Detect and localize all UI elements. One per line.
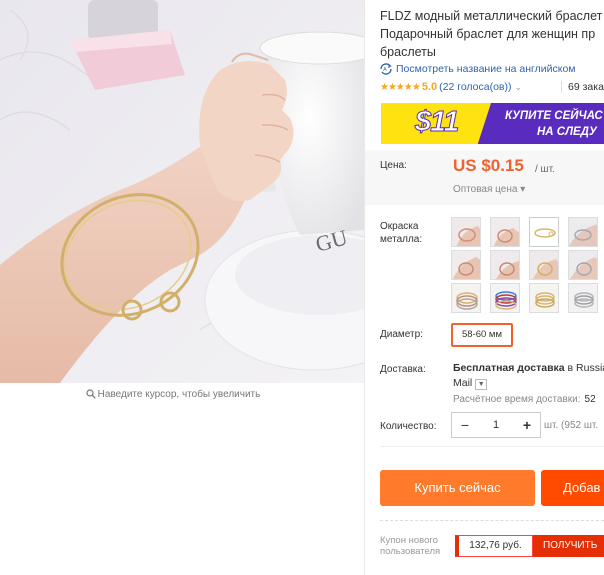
chevron-down-icon: ⌄ xyxy=(514,82,523,92)
product-title: FLDZ модный металлический браслет Подаро… xyxy=(380,7,604,61)
price-value: US $0.15 xyxy=(453,156,524,175)
delivery-time-label: Расчётное время доставки: xyxy=(453,394,581,405)
wholesale-price-dropdown[interactable]: Оптовая цена ▾ xyxy=(453,184,525,195)
coupon-label: Купон нового пользователя xyxy=(380,535,441,557)
color-swatch-selected[interactable] xyxy=(529,217,559,247)
price-unit: / шт. xyxy=(535,164,555,175)
product-info-panel: FLDZ модный металлический браслет Подаро… xyxy=(365,0,604,575)
quantity-decrease-button[interactable]: − xyxy=(452,413,478,437)
orders-count: 69 заказ xyxy=(561,81,604,93)
promo-line-1: КУПИТЕ СЕЙЧАС xyxy=(505,110,603,122)
delivery-time: Расчётное время доставки: 52 xyxy=(453,394,596,405)
svg-text:A: A xyxy=(383,67,387,73)
shipping-method: Бесплатная доставка в Russia xyxy=(453,362,604,374)
shipping-destination: в Russia xyxy=(567,362,604,374)
quantity-stepper: − 1 + xyxy=(451,412,541,438)
diameter-option-selected[interactable]: 58-60 мм xyxy=(451,323,513,347)
promo-banner[interactable]: $11 КУПИТЕ СЕЙЧАС НА СЛЕДУ xyxy=(381,103,604,144)
search-icon xyxy=(86,389,96,402)
color-swatch[interactable] xyxy=(529,283,559,313)
product-title-line: браслеты xyxy=(380,45,436,59)
stock-available: шт. (952 шт. xyxy=(544,420,599,431)
reviews-count-link[interactable]: (22 голоса(ов)) xyxy=(439,81,511,93)
rating-score: 5.0 xyxy=(421,81,438,93)
translate-link-text: Посмотреть название на английском xyxy=(396,63,576,75)
color-label: Окраска металла: xyxy=(380,221,423,245)
chevron-down-icon[interactable]: ▼ xyxy=(475,379,488,390)
divider xyxy=(380,446,604,447)
color-swatch[interactable] xyxy=(529,250,559,280)
color-swatch[interactable] xyxy=(568,283,598,313)
get-coupon-button[interactable]: ПОЛУЧИТЬ xyxy=(533,535,604,557)
color-swatch[interactable] xyxy=(490,250,520,280)
shipping-label: Доставка: xyxy=(380,364,426,375)
rating-row[interactable]: ★★★★★ 5.0 (22 голоса(ов)) ⌄ xyxy=(380,81,522,93)
shipping-method-cont: Mail ▼ xyxy=(453,377,488,390)
color-swatch[interactable] xyxy=(451,250,481,280)
quantity-increase-button[interactable]: + xyxy=(514,413,540,437)
color-swatch[interactable] xyxy=(451,283,481,313)
shipping-method-cont-text: Mail xyxy=(453,377,473,389)
translate-icon: A xyxy=(379,63,393,78)
rating-stars-icon: ★★★★★ xyxy=(380,82,421,93)
color-swatch[interactable] xyxy=(490,283,520,313)
zoom-hint-text: Наведите курсор, чтобы увеличить xyxy=(97,389,261,400)
translate-title-link[interactable]: A Посмотреть название на английском xyxy=(379,63,576,78)
product-title-line: Подарочный браслет для женщин пр xyxy=(380,27,596,41)
diameter-label: Диаметр: xyxy=(380,329,423,340)
quantity-input[interactable]: 1 xyxy=(478,413,514,437)
product-title-line: FLDZ модный металлический браслет xyxy=(380,9,603,23)
price-label: Цена: xyxy=(380,160,407,171)
color-swatch[interactable] xyxy=(490,217,520,247)
divider xyxy=(380,520,604,521)
promo-line-2: НА СЛЕДУ xyxy=(537,126,597,138)
color-swatch[interactable] xyxy=(568,250,598,280)
color-swatch[interactable] xyxy=(568,217,598,247)
delivery-time-value: 52 xyxy=(584,394,596,405)
buy-now-button[interactable]: Купить сейчас xyxy=(380,470,535,506)
shipping-method-name: Бесплатная доставка xyxy=(453,362,565,374)
coupon-amount: 132,76 руб. xyxy=(455,535,533,557)
zoom-hint: Наведите курсор, чтобы увеличить xyxy=(0,389,346,402)
add-to-cart-button[interactable]: Добав xyxy=(541,470,604,506)
product-main-image[interactable]: GU xyxy=(0,0,364,383)
promo-amount: $11 xyxy=(414,106,459,139)
color-swatch[interactable] xyxy=(451,217,481,247)
quantity-label: Количество: xyxy=(380,421,437,432)
